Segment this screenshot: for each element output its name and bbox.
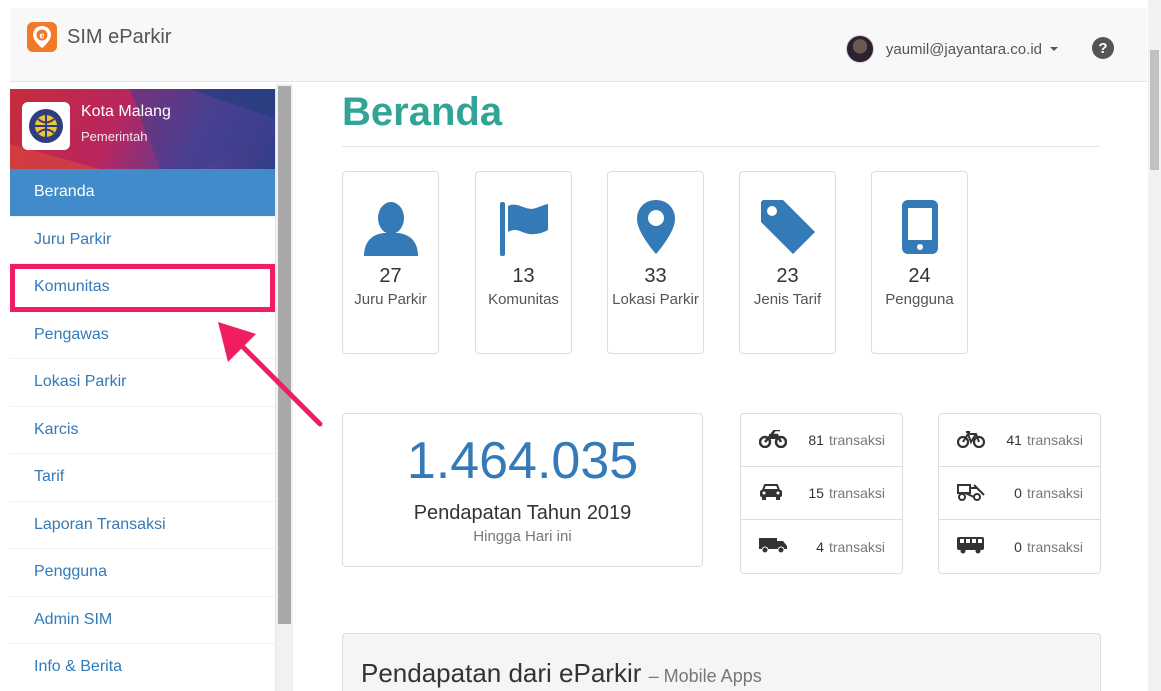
- bicycle-icon: [957, 431, 985, 448]
- transactions-box-left: 81 transaksi 15 transaksi 4 transaksi: [740, 413, 903, 574]
- revenue-panel: Pendapatan dari eParkir – Mobile Apps: [342, 633, 1101, 691]
- transaction-unit: transaksi: [1026, 432, 1083, 448]
- panel-title: Pendapatan dari eParkir – Mobile Apps: [361, 658, 762, 689]
- sidebar-item-pengguna[interactable]: Pengguna: [10, 549, 275, 597]
- transaction-unit: transaksi: [828, 538, 885, 555]
- user-menu[interactable]: yaumil@jayantara.co.id: [845, 35, 1058, 63]
- title-divider: [342, 146, 1100, 147]
- transaction-row-bicycle: 41 transaksi: [939, 414, 1100, 467]
- sidebar-item-juru-parkir[interactable]: Juru Parkir: [10, 217, 275, 264]
- sidebar-item-info-berita[interactable]: Info & Berita: [10, 644, 275, 691]
- truck-icon: [759, 538, 787, 554]
- org-logo-icon: [22, 102, 70, 150]
- transaction-count: 41: [1006, 432, 1022, 448]
- transaction-unit: transaksi: [828, 432, 885, 448]
- transaction-unit: transaksi: [1026, 485, 1083, 501]
- mobile-phone-icon: [872, 172, 967, 264]
- transactions-box-right: 41 transaksi 0 transaksi 0 transaksi: [938, 413, 1101, 574]
- transaction-unit: transaksi: [1026, 538, 1083, 555]
- eparkir-logo-icon: e: [27, 22, 57, 52]
- panel-subtitle: – Mobile Apps: [648, 666, 762, 686]
- user-email: yaumil@jayantara.co.id: [885, 40, 1042, 58]
- map-marker-icon: [608, 172, 703, 264]
- flag-icon: [476, 172, 571, 264]
- transaction-row-cart: 0 transaksi: [939, 467, 1100, 520]
- stat-value: 13: [512, 265, 535, 287]
- sidebar-item-beranda[interactable]: Beranda: [10, 169, 275, 217]
- stat-value: 27: [379, 265, 402, 287]
- stat-card-pengguna[interactable]: 24 Pengguna: [871, 171, 968, 354]
- window-scrollbar-thumb[interactable]: [1150, 50, 1159, 170]
- cart-icon: [957, 484, 985, 501]
- stat-label: Jenis Tarif: [753, 291, 822, 308]
- org-card: Kota Malang Pemerintah: [10, 89, 275, 169]
- app-name: SIM eParkir: [67, 25, 172, 48]
- stat-card-komunitas[interactable]: 13 Komunitas: [475, 171, 572, 354]
- window-scrollbar[interactable]: [1148, 0, 1161, 691]
- sidebar-item-admin-sim[interactable]: Admin SIM: [10, 597, 275, 644]
- stat-label: Komunitas: [488, 291, 559, 308]
- stat-value: 24: [908, 265, 931, 287]
- tag-icon: [740, 172, 835, 264]
- transaction-row-car: 15 transaksi: [741, 467, 902, 520]
- avatar: [845, 35, 874, 63]
- annotation-arrow-icon: [218, 322, 323, 427]
- motorcycle-icon: [759, 430, 787, 448]
- sidebar-item-komunitas[interactable]: Komunitas: [10, 264, 275, 312]
- stat-value: 23: [776, 265, 799, 287]
- transaction-unit: transaksi: [828, 485, 885, 501]
- stat-card-juru-parkir[interactable]: 27 Juru Parkir: [342, 171, 439, 354]
- stat-card-jenis-tarif[interactable]: 23 Jenis Tarif: [739, 171, 836, 354]
- revenue-label: Pendapatan Tahun 2019: [413, 502, 632, 524]
- sidebar-item-laporan-transaksi[interactable]: Laporan Transaksi: [10, 502, 275, 549]
- stat-label: Pengguna: [885, 291, 954, 308]
- user-icon: [343, 172, 438, 264]
- stat-label: Lokasi Parkir: [612, 291, 699, 308]
- org-role: Pemerintah: [81, 129, 148, 144]
- stat-label: Juru Parkir: [354, 291, 427, 308]
- transaction-row-truck: 4 transaksi: [741, 520, 902, 573]
- car-icon: [760, 484, 782, 500]
- page-title: Beranda: [342, 90, 503, 134]
- brand[interactable]: e SIM eParkir: [27, 22, 171, 52]
- sidebar-item-tarif[interactable]: Tarif: [10, 454, 275, 502]
- transaction-count: 15: [808, 485, 824, 501]
- transaction-count: 81: [808, 432, 824, 448]
- stat-value: 33: [644, 265, 667, 287]
- bus-icon: [957, 537, 984, 554]
- transaction-count: 0: [1014, 538, 1022, 555]
- revenue-sublabel: Hingga Hari ini: [473, 528, 572, 545]
- transaction-row-bus: 0 transaksi: [939, 520, 1100, 573]
- org-name: Kota Malang: [81, 103, 171, 120]
- revenue-box: 1.464.035 Pendapatan Tahun 2019 Hingga H…: [342, 413, 703, 567]
- stat-card-lokasi-parkir[interactable]: 33 Lokasi Parkir: [607, 171, 704, 354]
- transaction-count: 4: [816, 538, 824, 555]
- svg-text:e: e: [39, 31, 44, 41]
- question-circle-icon[interactable]: ?: [1092, 37, 1114, 59]
- app-window: e SIM eParkir yaumil@jayantara.co.id ? K…: [0, 0, 1161, 691]
- transaction-row-motorcycle: 81 transaksi: [741, 414, 902, 467]
- transaction-count: 0: [1014, 485, 1022, 501]
- revenue-value: 1.464.035: [406, 432, 639, 490]
- top-navbar: e SIM eParkir yaumil@jayantara.co.id ?: [10, 8, 1147, 82]
- caret-down-icon: [1050, 47, 1058, 51]
- panel-title-text: Pendapatan dari eParkir: [361, 658, 642, 688]
